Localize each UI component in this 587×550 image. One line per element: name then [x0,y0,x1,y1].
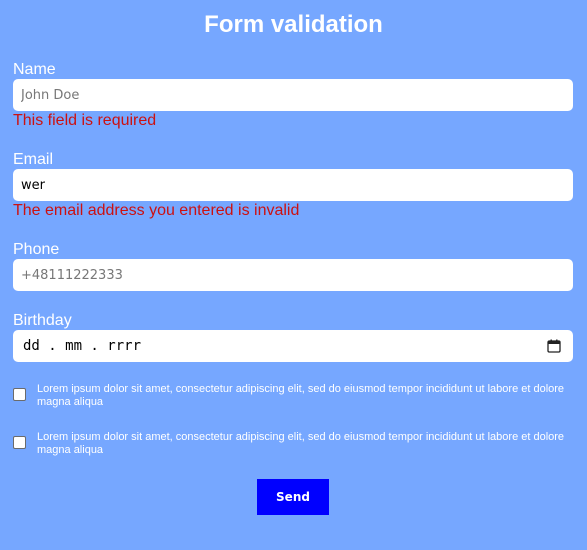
send-button[interactable]: Send [257,479,329,515]
email-label: Email [13,151,54,168]
consent-checkbox-1[interactable] [13,388,26,401]
birthday-date-input[interactable]: dd . mm . rrrr [13,330,573,362]
consent-checkbox-2[interactable] [13,436,26,449]
form-title: Form validation [204,11,383,38]
birthday-date-placeholder: dd . mm . rrrr [23,338,142,354]
consent-text-2: Lorem ipsum dolor sit amet, consectetur … [37,431,565,456]
validation-form: Form validation Name This field is requi… [0,0,587,550]
calendar-icon[interactable] [547,339,561,353]
email-error-message: The email address you entered is invalid [13,202,300,219]
consent-text-1: Lorem ipsum dolor sit amet, consectetur … [37,383,565,408]
name-input[interactable] [13,79,573,111]
name-error-message: This field is required [13,112,157,129]
name-label: Name [13,61,56,78]
phone-input[interactable] [13,259,573,291]
phone-label: Phone [13,241,60,258]
birthday-label: Birthday [13,312,72,329]
email-input[interactable] [13,169,573,201]
